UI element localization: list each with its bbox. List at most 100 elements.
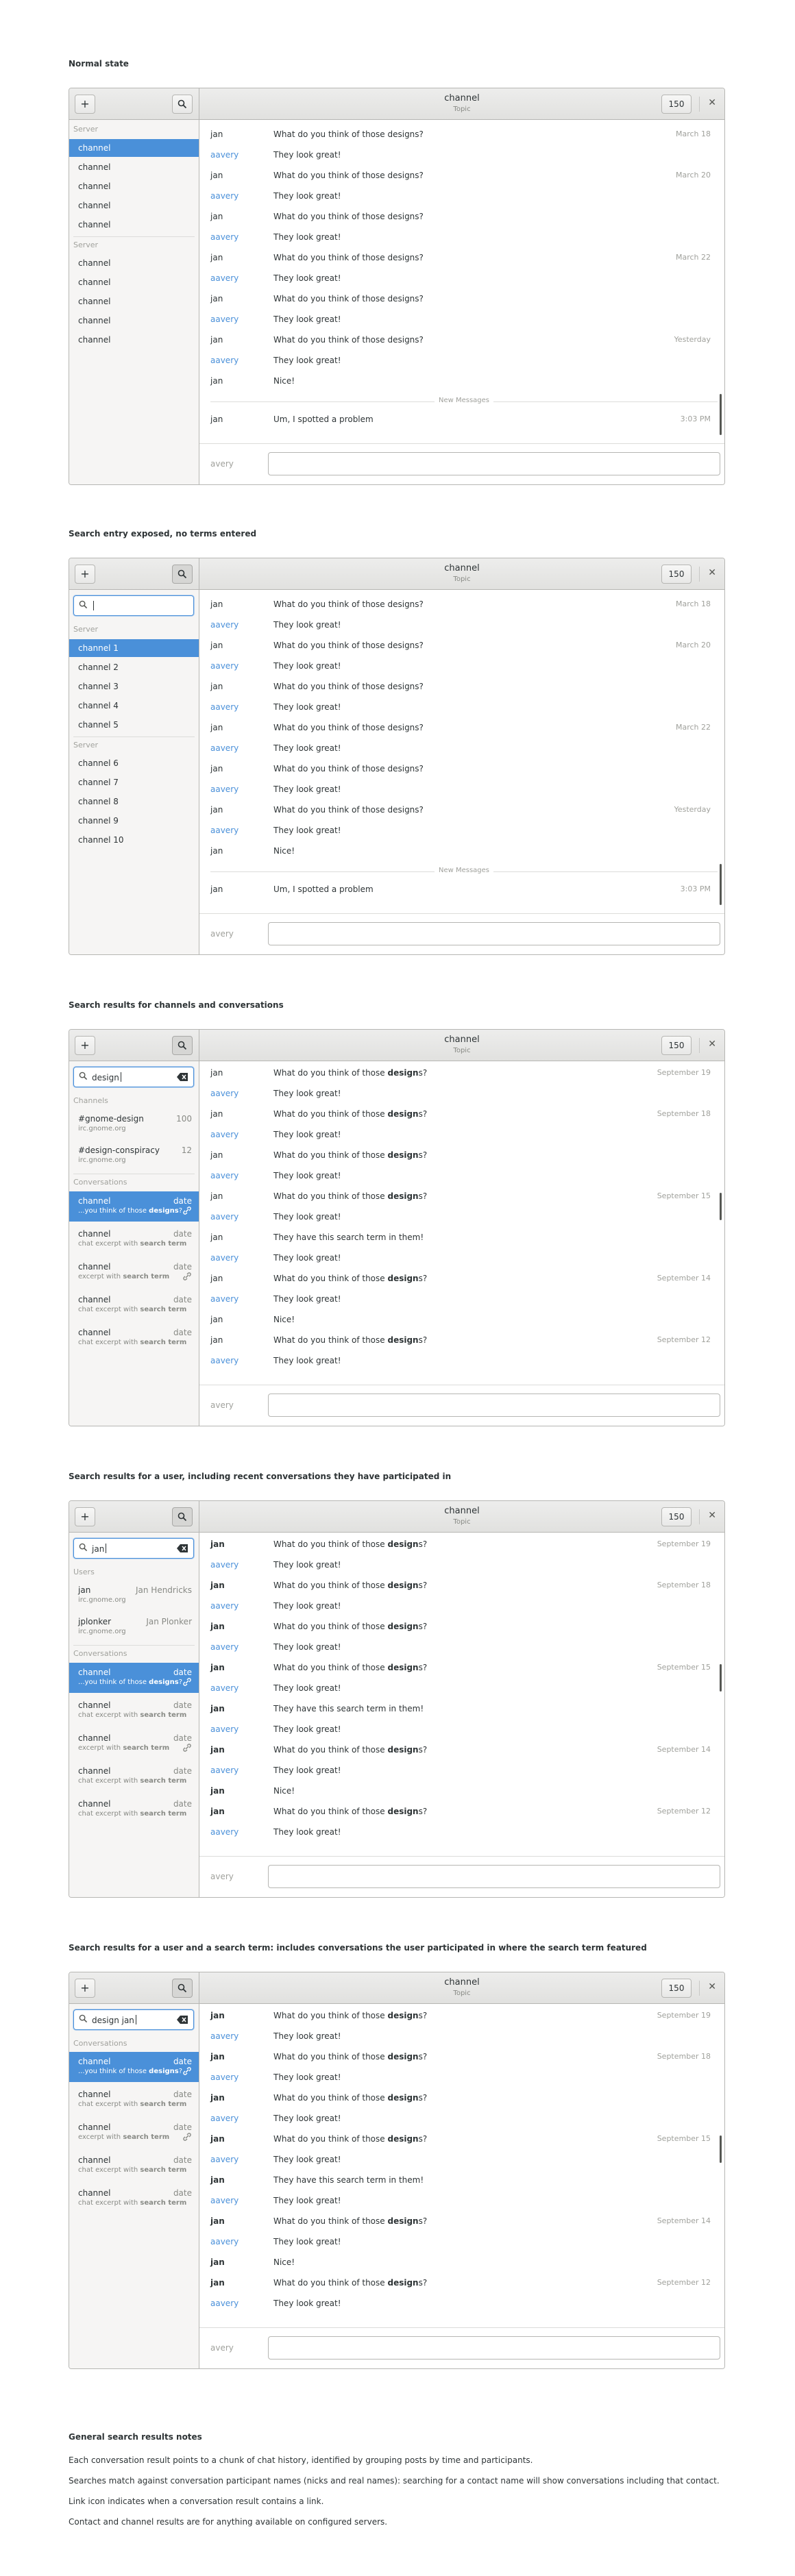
message-entry[interactable] — [268, 2336, 720, 2360]
message-nick[interactable]: aavery — [210, 1555, 238, 1575]
message-nick[interactable]: aavery — [210, 1719, 238, 1739]
message-nick[interactable]: jan — [210, 371, 223, 391]
conversation-result[interactable]: channel date chat excerpt with search term — [69, 2151, 199, 2181]
message-nick[interactable]: aavery — [210, 186, 238, 206]
message-nick[interactable]: jan — [210, 2272, 225, 2293]
message-nick[interactable]: jan — [210, 1801, 225, 1822]
channel-item[interactable]: channel — [69, 331, 199, 349]
message-nick[interactable]: jan — [210, 124, 223, 145]
message-nick[interactable]: jan — [210, 1534, 225, 1555]
message-nick[interactable]: jan — [210, 1186, 223, 1206]
message-nick[interactable]: jan — [210, 409, 223, 430]
search-input[interactable]: design jan — [73, 2009, 194, 2030]
message-nick[interactable]: aavery — [210, 1678, 238, 1698]
message-nick[interactable]: aavery — [210, 309, 238, 330]
message-nick[interactable]: jan — [210, 1227, 223, 1248]
search-button[interactable] — [172, 1507, 193, 1526]
channel-item[interactable]: channel — [69, 177, 199, 195]
scrollbar[interactable] — [720, 2135, 722, 2163]
message-nick[interactable]: aavery — [210, 145, 238, 165]
message-nick[interactable]: jan — [210, 2046, 225, 2067]
channel-result[interactable]: #gnome-design 100 irc.gnome.org — [69, 1109, 199, 1139]
conversation-result[interactable]: channel date excerpt with search term — [69, 1257, 199, 1287]
channel-item[interactable]: channel 4 — [69, 697, 199, 715]
message-nick[interactable]: jan — [210, 2252, 225, 2272]
message-nick[interactable]: jan — [210, 1268, 223, 1289]
message-nick[interactable]: jan — [210, 2170, 225, 2190]
message-nick[interactable]: aavery — [210, 1124, 238, 1145]
channel-item[interactable]: channel — [69, 158, 199, 176]
user-count-button[interactable]: 150 — [661, 565, 692, 584]
conversation-result[interactable]: channel date ...you think of those designs… — [69, 2052, 199, 2082]
message-nick[interactable]: aavery — [210, 820, 238, 841]
conversation-result[interactable]: channel date chat excerpt with search term — [69, 1794, 199, 1824]
channel-item[interactable]: channel — [69, 216, 199, 234]
message-nick[interactable]: jan — [210, 2005, 225, 2026]
channel-item[interactable]: channel 6 — [69, 754, 199, 772]
message-nick[interactable]: jan — [210, 288, 223, 309]
message-nick[interactable]: aavery — [210, 1637, 238, 1657]
message-nick[interactable]: jan — [210, 1063, 223, 1083]
message-nick[interactable]: aavery — [210, 227, 238, 247]
conversation-result[interactable]: channel date chat excerpt with search term — [69, 1761, 199, 1792]
channel-item[interactable]: channel — [69, 197, 199, 214]
add-button[interactable]: + — [75, 1979, 95, 1998]
message-nick[interactable]: jan — [210, 800, 223, 820]
message-nick[interactable]: aavery — [210, 268, 238, 288]
message-nick[interactable]: aavery — [210, 1760, 238, 1781]
message-nick[interactable]: aavery — [210, 697, 238, 717]
message-nick[interactable]: aavery — [210, 1083, 238, 1104]
clear-search-icon[interactable] — [177, 2016, 188, 2024]
add-button[interactable]: + — [75, 565, 95, 584]
close-icon[interactable]: ✕ — [708, 1039, 716, 1050]
message-nick[interactable]: aavery — [210, 615, 238, 635]
channel-item[interactable]: channel — [69, 139, 199, 157]
message-nick[interactable]: aavery — [210, 2108, 238, 2129]
user-count-button[interactable]: 150 — [661, 1979, 692, 1998]
conversation-result[interactable]: channel date ...you think of those designs… — [69, 1663, 199, 1693]
search-button[interactable] — [172, 1036, 193, 1055]
search-button[interactable] — [172, 95, 193, 114]
clear-search-icon[interactable] — [177, 1544, 188, 1552]
message-nick[interactable]: jan — [210, 247, 223, 268]
message-nick[interactable]: aavery — [210, 1350, 238, 1371]
add-button[interactable]: + — [75, 95, 95, 114]
channel-item[interactable]: channel 7 — [69, 773, 199, 791]
channel-item[interactable]: channel 10 — [69, 831, 199, 849]
conversation-result[interactable]: channel date excerpt with search term — [69, 1729, 199, 1759]
search-input[interactable] — [73, 595, 194, 616]
message-nick[interactable]: jan — [210, 2129, 225, 2149]
message-nick[interactable]: aavery — [210, 738, 238, 758]
message-nick[interactable]: jan — [210, 1781, 225, 1801]
message-nick[interactable]: jan — [210, 1145, 223, 1165]
search-button[interactable] — [172, 565, 193, 584]
message-nick[interactable]: jan — [210, 206, 223, 227]
message-nick[interactable]: aavery — [210, 350, 238, 371]
message-nick[interactable]: aavery — [210, 1165, 238, 1186]
close-icon[interactable]: ✕ — [708, 567, 716, 578]
conversation-result[interactable]: channel date chat excerpt with search term — [69, 2085, 199, 2115]
channel-item[interactable]: channel — [69, 312, 199, 330]
channel-item[interactable]: channel 1 — [69, 639, 199, 657]
message-nick[interactable]: aavery — [210, 1248, 238, 1268]
channel-item[interactable]: channel 5 — [69, 716, 199, 734]
conversation-result[interactable]: channel date ...you think of those designs… — [69, 1191, 199, 1222]
message-nick[interactable]: aavery — [210, 2231, 238, 2252]
channel-item[interactable]: channel 3 — [69, 678, 199, 695]
message-entry[interactable] — [268, 922, 720, 945]
message-nick[interactable]: jan — [210, 1104, 223, 1124]
user-count-button[interactable]: 150 — [661, 95, 692, 114]
message-nick[interactable]: aavery — [210, 656, 238, 676]
message-nick[interactable]: jan — [210, 1657, 225, 1678]
message-nick[interactable]: aavery — [210, 2026, 238, 2046]
user-result[interactable]: jan Jan Hendricks irc.gnome.org — [69, 1581, 199, 1611]
message-nick[interactable]: jan — [210, 330, 223, 350]
add-button[interactable]: + — [75, 1507, 95, 1526]
message-nick[interactable]: jan — [210, 1575, 225, 1596]
message-nick[interactable]: jan — [210, 676, 223, 697]
message-nick[interactable]: jan — [210, 1616, 225, 1637]
channel-item[interactable]: channel — [69, 273, 199, 291]
scrollbar[interactable] — [720, 864, 722, 905]
message-entry[interactable] — [268, 1865, 720, 1888]
close-icon[interactable]: ✕ — [708, 97, 716, 108]
